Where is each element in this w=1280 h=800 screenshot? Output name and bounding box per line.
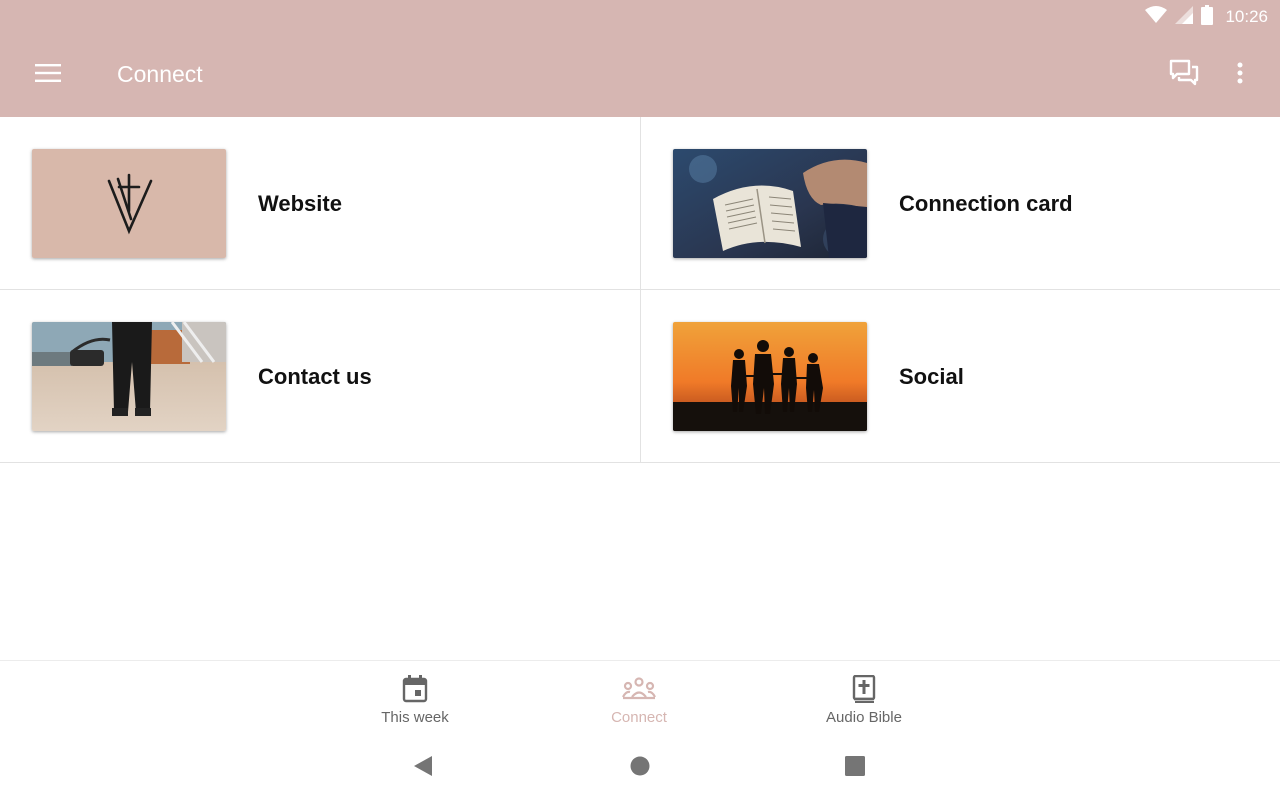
system-navigation-bar xyxy=(0,740,1280,800)
nav-item-connect[interactable]: Connect xyxy=(559,661,719,741)
status-time: 10:26 xyxy=(1225,7,1268,26)
chat-button[interactable] xyxy=(1160,51,1208,99)
nav-item-this-week[interactable]: This week xyxy=(335,661,495,741)
system-back-button[interactable] xyxy=(403,753,443,783)
system-home-button[interactable] xyxy=(620,753,660,783)
card-label-website: Website xyxy=(258,191,342,216)
back-icon xyxy=(413,755,433,782)
wifi-icon xyxy=(1145,5,1168,29)
card-website[interactable]: Website xyxy=(0,117,640,290)
connect-grid: Website Connection card Contact us Socia… xyxy=(0,117,1280,464)
system-recents-button[interactable] xyxy=(835,753,875,783)
logo-thumbnail xyxy=(32,149,226,258)
menu-icon xyxy=(35,63,61,88)
nav-label-this-week: This week xyxy=(381,709,449,726)
sunset-silhouettes-photo xyxy=(673,322,867,431)
more-options-button[interactable] xyxy=(1216,51,1264,99)
people-icon xyxy=(622,675,656,703)
bible-reading-photo xyxy=(673,149,867,258)
home-icon xyxy=(630,756,650,781)
bible-icon xyxy=(852,675,876,703)
top-bar: 10:26 Connect xyxy=(0,0,1280,117)
bottom-navigation: This week Connect Audio Bible xyxy=(0,660,1280,740)
card-contact-us[interactable]: Contact us xyxy=(0,290,640,463)
card-label-social: Social xyxy=(899,364,964,389)
card-label-connection-card: Connection card xyxy=(899,191,1073,216)
more-vert-icon xyxy=(1237,62,1243,89)
page-title: Connect xyxy=(117,61,203,87)
signal-icon xyxy=(1175,5,1194,29)
card-label-contact-us: Contact us xyxy=(258,364,372,389)
card-social[interactable]: Social xyxy=(640,290,1280,463)
card-connection-card[interactable]: Connection card xyxy=(640,117,1280,290)
status-bar: 10:26 xyxy=(0,0,1280,34)
app-bar: Connect xyxy=(0,34,1280,117)
chat-icon xyxy=(1169,59,1199,92)
nav-label-audio-bible: Audio Bible xyxy=(826,709,902,726)
battery-icon xyxy=(1201,4,1214,30)
nav-label-connect: Connect xyxy=(611,709,667,726)
status-icons: 10:26 xyxy=(1145,4,1268,30)
app-root: 10:26 Connect Website Connection card Co… xyxy=(0,0,1280,800)
menu-button[interactable] xyxy=(24,51,72,99)
recents-icon xyxy=(845,755,865,781)
calendar-icon xyxy=(402,675,428,703)
person-walking-photo xyxy=(32,322,226,431)
nav-item-audio-bible[interactable]: Audio Bible xyxy=(784,661,944,741)
